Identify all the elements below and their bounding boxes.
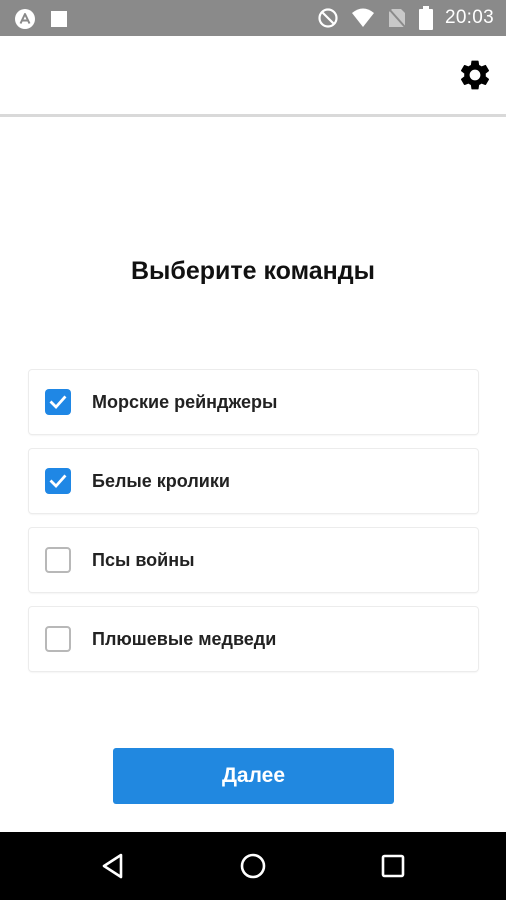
- page-title: Выберите команды: [131, 257, 375, 285]
- check-icon: [49, 395, 67, 410]
- do-not-disturb-icon: [317, 7, 339, 29]
- settings-button[interactable]: [456, 56, 494, 94]
- status-bar: 20:03: [0, 0, 506, 36]
- team-list: Морские рейнджеры Белые кролики Псы войн…: [29, 370, 478, 686]
- checkbox-checked[interactable]: [45, 389, 71, 415]
- status-time: 20:03: [444, 7, 494, 28]
- square-notification-icon: [50, 10, 68, 28]
- team-label: Псы войны: [92, 550, 195, 570]
- wifi-icon: [351, 7, 375, 29]
- team-item-white-rabbits[interactable]: Белые кролики: [29, 449, 478, 513]
- team-item-dogs-of-war[interactable]: Псы войны: [29, 528, 478, 592]
- team-item-sea-rangers[interactable]: Морские рейнджеры: [29, 370, 478, 434]
- team-label: Морские рейнджеры: [92, 392, 278, 412]
- checkbox-checked[interactable]: [45, 468, 71, 494]
- gear-icon[interactable]: [457, 57, 493, 93]
- checkbox-unchecked[interactable]: [45, 626, 71, 652]
- battery-icon: [418, 6, 433, 30]
- navigation-bar: [0, 832, 506, 900]
- recents-icon[interactable]: [379, 852, 407, 880]
- back-button[interactable]: [97, 850, 129, 882]
- home-button[interactable]: [237, 850, 269, 882]
- no-sim-icon: [387, 7, 407, 29]
- back-icon[interactable]: [99, 852, 127, 880]
- app-notification-icon: [14, 8, 36, 30]
- app-bar: [0, 36, 506, 117]
- recents-button[interactable]: [377, 850, 409, 882]
- team-label: Плюшевые медведи: [92, 629, 277, 649]
- team-label: Белые кролики: [92, 471, 230, 491]
- home-icon[interactable]: [239, 852, 267, 880]
- team-item-teddy-bears[interactable]: Плюшевые медведи: [29, 607, 478, 671]
- checkbox-unchecked[interactable]: [45, 547, 71, 573]
- check-icon: [49, 474, 67, 489]
- next-button[interactable]: Далее: [113, 748, 394, 804]
